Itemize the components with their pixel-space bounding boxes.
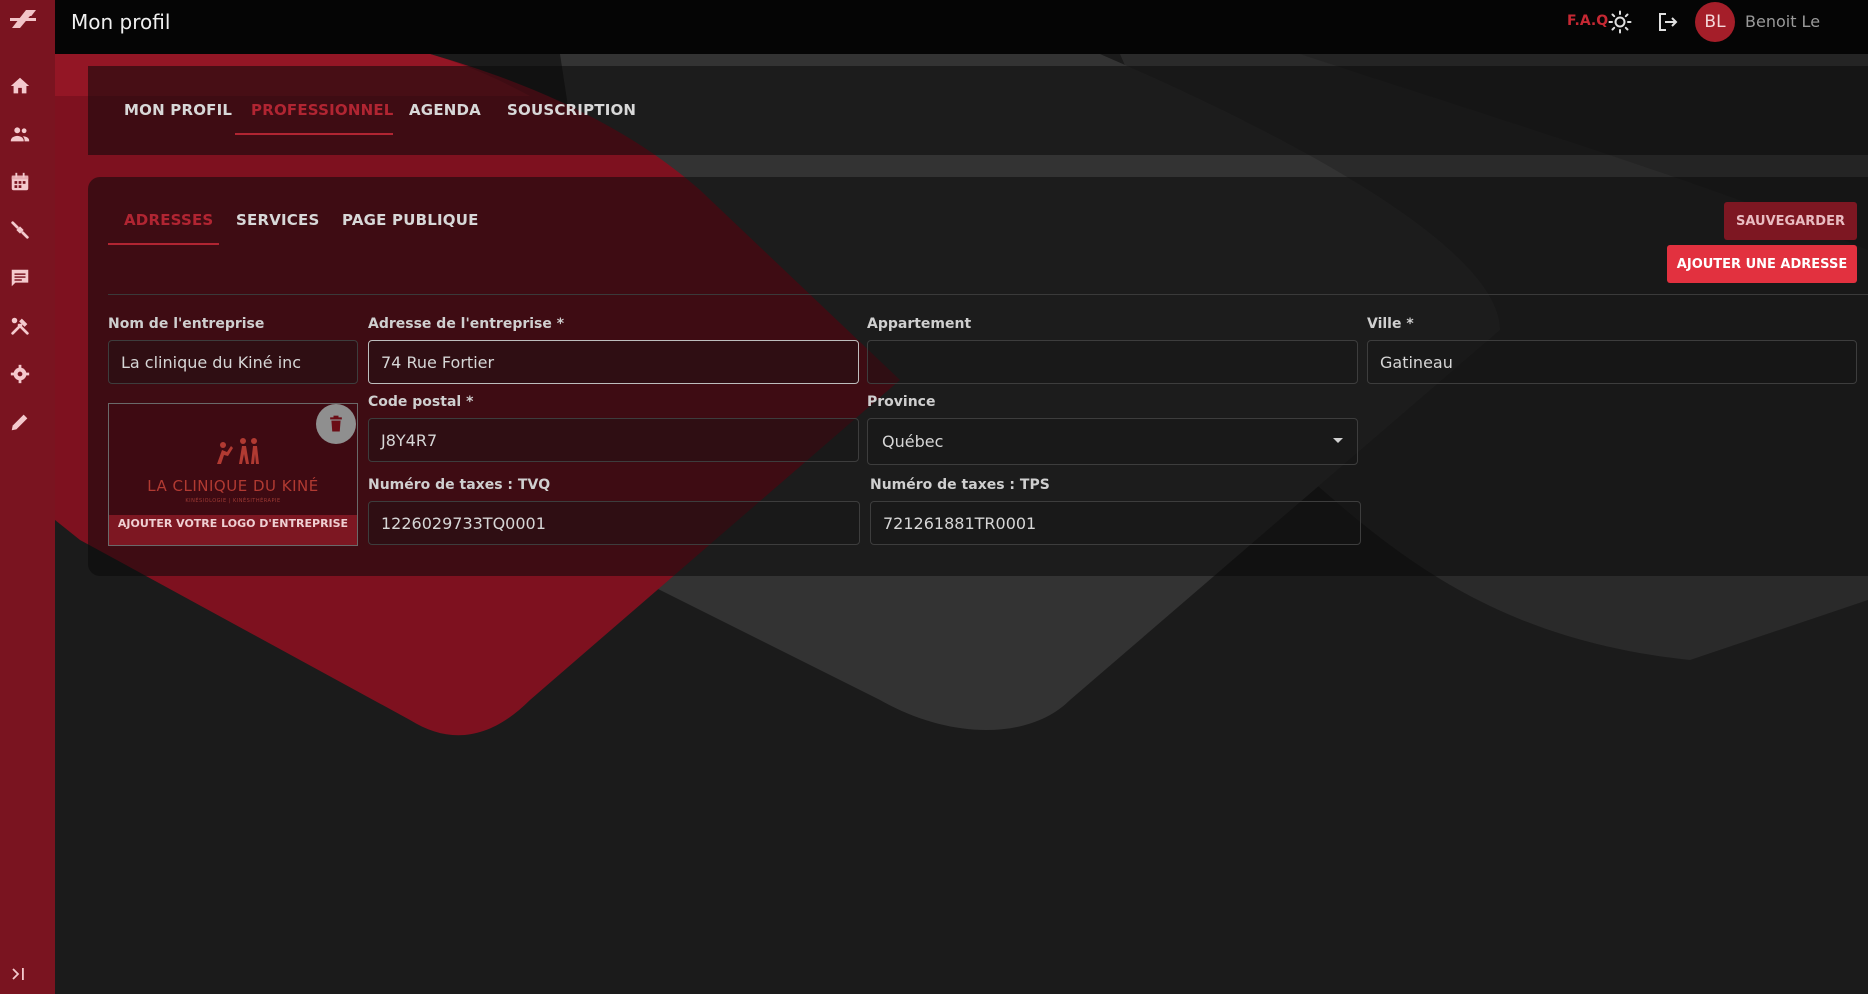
subtab-adresses[interactable]: ADRESSES <box>124 211 213 229</box>
company-name-label: Nom de l'entreprise <box>108 316 265 332</box>
delete-logo-button[interactable] <box>316 404 356 444</box>
logout-icon[interactable] <box>1656 10 1680 34</box>
logo-tagline: KINÉSIOLOGIE | KINÉSITHÉRAPIE <box>185 498 281 504</box>
logo-figure-icon <box>217 438 259 464</box>
chevron-down-icon <box>1333 438 1343 443</box>
active-subtab-indicator <box>108 243 219 245</box>
home-icon[interactable] <box>8 74 32 98</box>
tab-professionnel[interactable]: PROFESSIONNEL <box>251 101 394 119</box>
subtab-services[interactable]: SERVICES <box>236 211 319 229</box>
faq-link[interactable]: F.A.Q <box>1567 13 1608 29</box>
divider <box>108 294 1868 295</box>
save-button[interactable]: SAUVEGARDER <box>1724 202 1857 240</box>
subtab-page-publique[interactable]: PAGE PUBLIQUE <box>342 211 479 229</box>
tab-mon-profil[interactable]: MON PROFIL <box>124 101 232 119</box>
address-field[interactable]: 74 Rue Fortier <box>368 340 859 384</box>
tvq-label: Numéro de taxes : TVQ <box>368 477 551 493</box>
active-tab-indicator <box>235 133 393 135</box>
tps-field[interactable]: 721261881TR0001 <box>870 501 1361 545</box>
postal-code-field[interactable]: J8Y4R7 <box>368 418 859 462</box>
collapse-icon[interactable] <box>10 965 28 983</box>
postal-code-label: Code postal * <box>368 394 474 410</box>
province-select[interactable]: Québec <box>867 418 1358 465</box>
province-value: Québec <box>882 432 944 451</box>
logo-brand-text: LA CLINIQUE DU KINÉ <box>147 477 319 495</box>
tab-agenda[interactable]: AGENDA <box>409 101 481 119</box>
sidebar <box>0 0 55 994</box>
company-name-field[interactable]: La clinique du Kiné inc <box>108 340 358 384</box>
app-logo[interactable] <box>6 4 42 34</box>
page-title: Mon profil <box>71 10 171 34</box>
username[interactable]: Benoit Le <box>1745 12 1820 31</box>
pencil-icon[interactable] <box>8 410 32 434</box>
apartment-field[interactable] <box>867 340 1358 384</box>
city-field[interactable]: Gatineau <box>1367 340 1857 384</box>
add-address-button[interactable]: AJOUTER UNE ADRESSE <box>1667 245 1857 283</box>
gear-icon[interactable] <box>8 362 32 386</box>
apartment-label: Appartement <box>867 316 972 332</box>
exercise-icon[interactable] <box>8 218 32 242</box>
people-icon[interactable] <box>8 122 32 146</box>
tvq-field[interactable]: 1226029733TQ0001 <box>368 501 860 545</box>
tps-label: Numéro de taxes : TPS <box>870 477 1050 493</box>
add-logo-caption[interactable]: AJOUTER VOTRE LOGO D'ENTREPRISE <box>109 515 357 545</box>
calendar-icon[interactable] <box>8 170 32 194</box>
city-label: Ville * <box>1367 316 1414 332</box>
trash-icon <box>330 415 342 432</box>
theme-toggle-icon[interactable] <box>1608 10 1632 34</box>
province-label: Province <box>867 394 936 410</box>
tab-souscription[interactable]: SOUSCRIPTION <box>507 101 636 119</box>
tools-icon[interactable] <box>8 314 32 338</box>
address-label: Adresse de l'entreprise * <box>368 316 565 332</box>
avatar[interactable]: BL <box>1695 2 1735 42</box>
message-icon[interactable] <box>8 266 32 290</box>
